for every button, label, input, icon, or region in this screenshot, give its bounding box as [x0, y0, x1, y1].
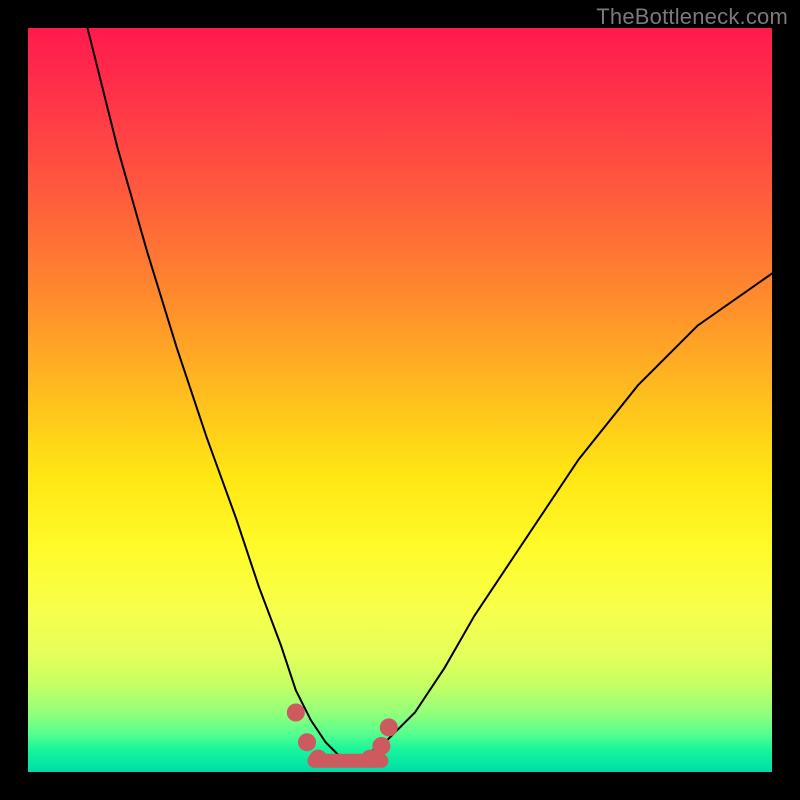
- bottleneck-curve: [88, 28, 773, 757]
- watermark-text: TheBottleneck.com: [596, 4, 788, 30]
- curve-svg: [28, 28, 772, 772]
- plot-area: [28, 28, 772, 772]
- curve-marker: [287, 704, 305, 722]
- curve-marker: [298, 733, 316, 751]
- curve-marker: [372, 737, 390, 755]
- curve-marker: [380, 718, 398, 736]
- chart-frame: TheBottleneck.com: [0, 0, 800, 800]
- curve-marker: [309, 750, 327, 768]
